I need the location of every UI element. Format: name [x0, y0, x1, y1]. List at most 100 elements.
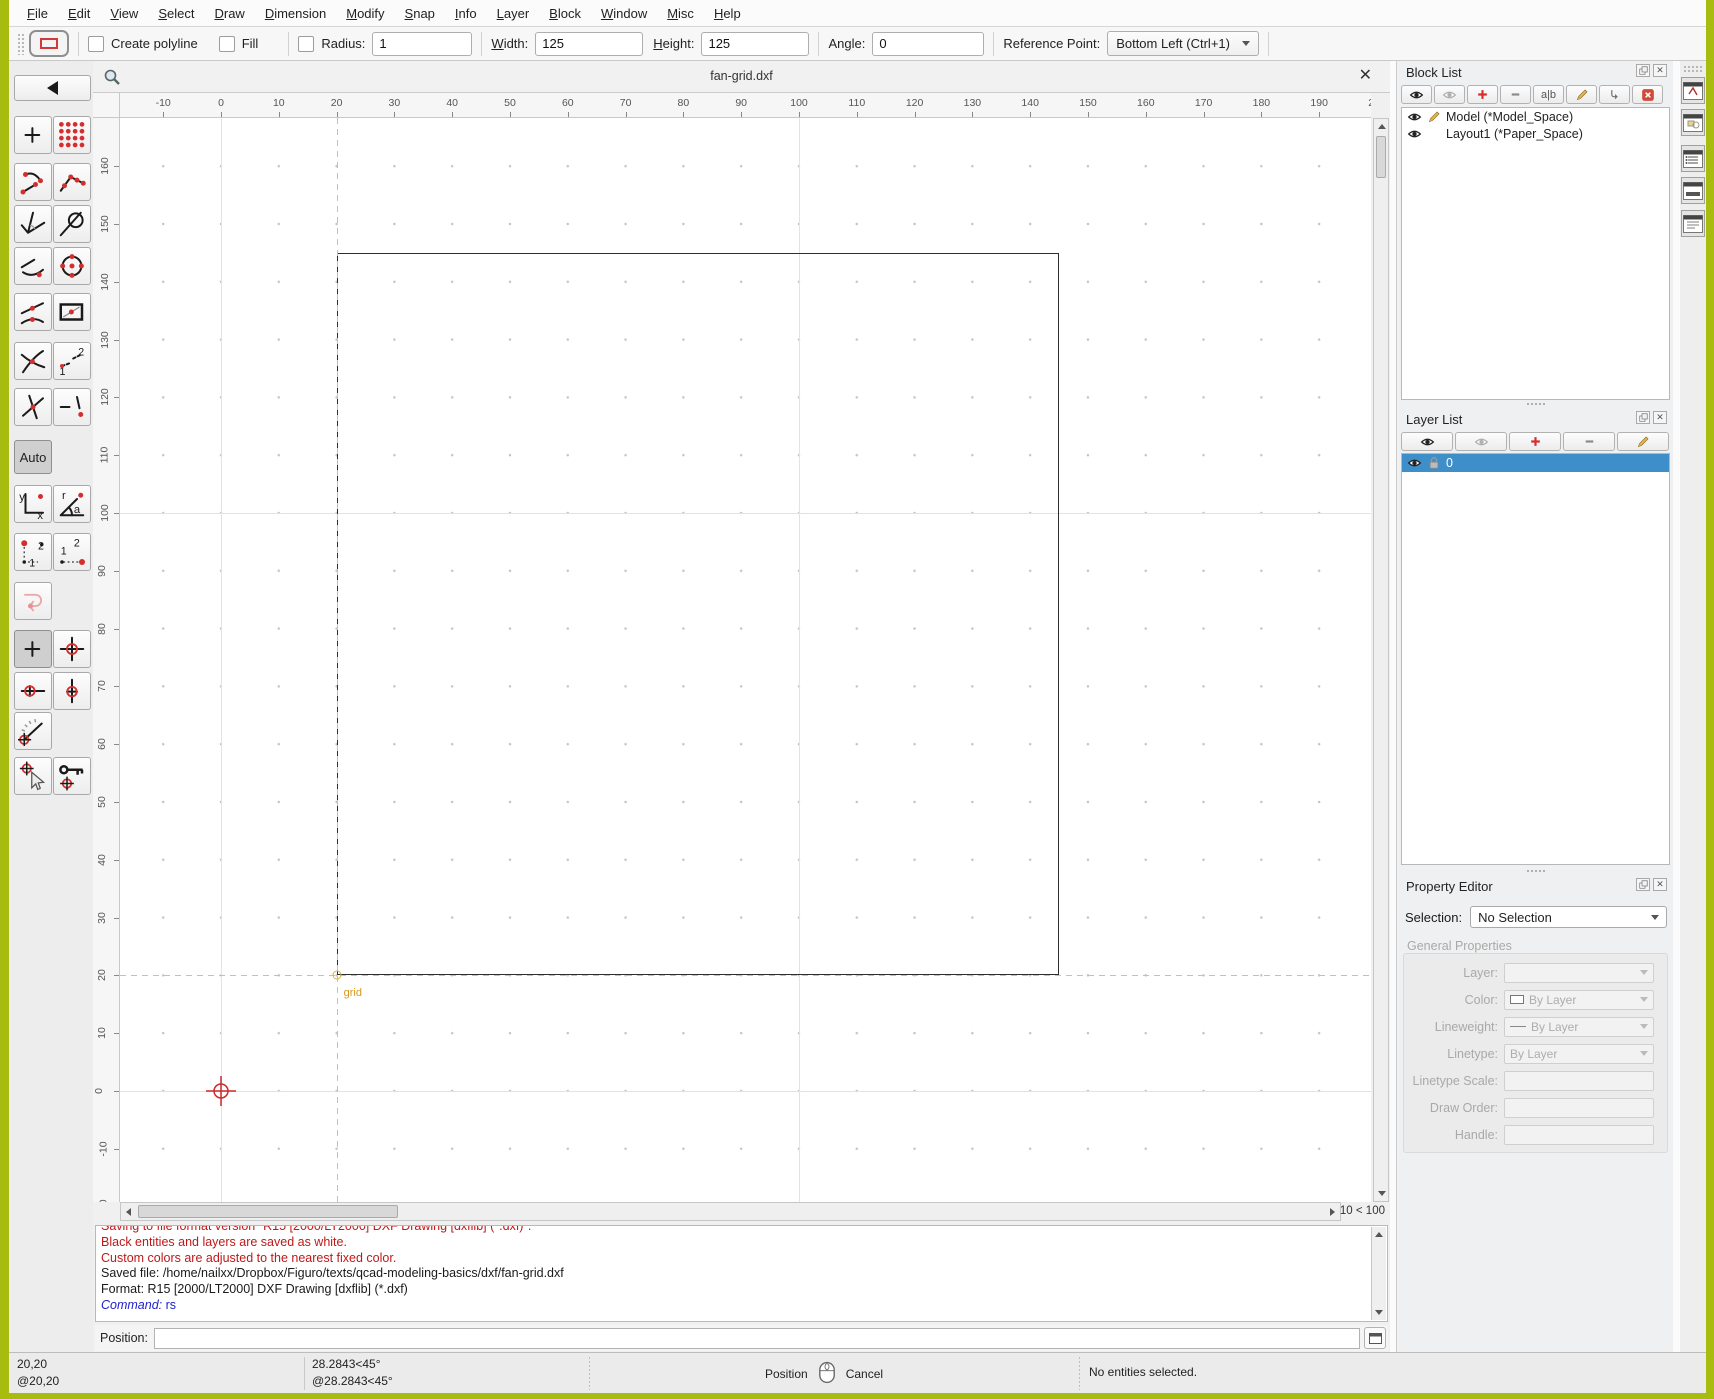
layer-edit-button[interactable]: [1617, 432, 1669, 451]
restrict-vertical-button[interactable]: [53, 672, 91, 710]
snap-intersection-manual-button[interactable]: 12: [53, 342, 91, 380]
restrict-angle-button[interactable]: [14, 712, 52, 750]
position-input[interactable]: [154, 1328, 1360, 1349]
lock-relative-zero-button[interactable]: [53, 757, 91, 795]
toggle-command-widget-button[interactable]: [1364, 1327, 1386, 1349]
menu-file[interactable]: File: [17, 3, 58, 24]
auto-snap-button[interactable]: Auto: [14, 440, 52, 474]
horizontal-scrollbar[interactable]: [120, 1202, 1341, 1221]
width-input[interactable]: [535, 32, 643, 56]
snap-on-entity-button[interactable]: [53, 163, 91, 201]
relative-cartesian-button[interactable]: 12: [14, 533, 52, 571]
layer-select[interactable]: [1504, 963, 1654, 983]
horizontal-scroll-thumb[interactable]: [138, 1205, 398, 1218]
block-edit-button[interactable]: [1566, 85, 1597, 104]
block-list-item[interactable]: Layout1 (*Paper_Space): [1402, 125, 1669, 142]
vertical-scroll-thumb[interactable]: [1376, 136, 1386, 178]
block-show-all-button[interactable]: [1401, 85, 1432, 104]
eye-icon[interactable]: [1406, 457, 1422, 469]
menu-window[interactable]: Window: [591, 3, 657, 24]
snap-perpendicular-button[interactable]: [14, 205, 52, 243]
block-hide-all-button[interactable]: [1434, 85, 1465, 104]
dock-drag-handle[interactable]: [1683, 65, 1703, 73]
lock-icon[interactable]: [1426, 456, 1442, 470]
float-panel-icon[interactable]: [1636, 64, 1650, 77]
selection-select[interactable]: No Selection: [1470, 906, 1667, 928]
menu-info[interactable]: Info: [445, 3, 487, 24]
set-relative-zero-button[interactable]: [14, 757, 52, 795]
rectangle-tool-button[interactable]: [29, 30, 69, 57]
panel-splitter[interactable]: [1397, 867, 1674, 874]
restrict-orthogonal-button[interactable]: [53, 630, 91, 668]
restrict-off-button[interactable]: [14, 582, 52, 620]
drawn-rectangle[interactable]: [337, 253, 1060, 976]
close-panel-icon[interactable]: ✕: [1653, 64, 1667, 77]
block-rename-button[interactable]: a|b: [1533, 85, 1564, 104]
panel-splitter[interactable]: [1397, 400, 1674, 407]
close-panel-icon[interactable]: ✕: [1653, 411, 1667, 424]
snap-free-button[interactable]: [14, 116, 52, 154]
dock-layer-list-button[interactable]: [1681, 145, 1705, 172]
linetype-select[interactable]: By Layer: [1504, 1044, 1654, 1064]
snap-distance-button[interactable]: [53, 388, 91, 426]
menu-view[interactable]: View: [100, 3, 148, 24]
dock-library-browser-button[interactable]: [1681, 109, 1705, 136]
snap-circle-center-button[interactable]: [53, 247, 91, 285]
drawing-canvas[interactable]: grid: [120, 118, 1371, 1202]
menu-dimension[interactable]: Dimension: [255, 3, 336, 24]
dock-block-list-button[interactable]: [1681, 77, 1705, 104]
dock-property-editor-button[interactable]: [1681, 210, 1705, 237]
menu-edit[interactable]: Edit: [58, 3, 100, 24]
float-panel-icon[interactable]: [1636, 878, 1650, 891]
create-polyline-checkbox[interactable]: [88, 36, 104, 52]
reference-point-select[interactable]: Bottom Left (Ctrl+1): [1107, 31, 1259, 56]
scroll-down-icon[interactable]: [1371, 1305, 1386, 1320]
radius-checkbox[interactable]: [298, 36, 314, 52]
block-list-item[interactable]: Model (*Model_Space): [1402, 108, 1669, 125]
fill-checkbox[interactable]: [219, 36, 235, 52]
radius-input[interactable]: [372, 32, 472, 56]
block-remove-button[interactable]: [1500, 85, 1531, 104]
block-insert-button[interactable]: [1599, 85, 1630, 104]
block-add-button[interactable]: [1467, 85, 1498, 104]
menu-modify[interactable]: Modify: [336, 3, 394, 24]
coord-cartesian-button[interactable]: yx: [14, 485, 52, 523]
float-panel-icon[interactable]: [1636, 411, 1650, 424]
snap-grid-button[interactable]: [53, 116, 91, 154]
menu-snap[interactable]: Snap: [395, 3, 445, 24]
snap-tangential-button[interactable]: [53, 205, 91, 243]
lineweight-select[interactable]: By Layer: [1504, 1017, 1654, 1037]
vertical-scrollbar[interactable]: [1373, 118, 1389, 1202]
menu-draw[interactable]: Draw: [204, 3, 254, 24]
restrict-none-button[interactable]: [14, 630, 52, 668]
toolbar-drag-handle[interactable]: [17, 33, 25, 55]
height-input[interactable]: [701, 32, 809, 56]
menu-select[interactable]: Select: [148, 3, 204, 24]
snap-middle-button[interactable]: [14, 293, 52, 331]
scroll-up-icon[interactable]: [1374, 119, 1389, 134]
coord-polar-button[interactable]: ra: [53, 485, 91, 523]
menu-block[interactable]: Block: [539, 3, 591, 24]
layer-remove-button[interactable]: [1563, 432, 1615, 451]
menu-help[interactable]: Help: [704, 3, 751, 24]
menu-layer[interactable]: Layer: [487, 3, 540, 24]
relative-polar-button[interactable]: 12: [53, 533, 91, 571]
eye-icon[interactable]: [1406, 111, 1422, 123]
snap-reference-button[interactable]: [53, 293, 91, 331]
scroll-left-icon[interactable]: [121, 1204, 136, 1219]
eye-icon[interactable]: [1406, 128, 1422, 140]
layer-list[interactable]: 0: [1401, 453, 1670, 865]
layer-list-item[interactable]: 0: [1402, 454, 1669, 472]
snap-endpoints-button[interactable]: [14, 163, 52, 201]
dock-command-line-button[interactable]: [1681, 177, 1705, 204]
layer-hide-all-button[interactable]: [1455, 432, 1507, 451]
angle-input[interactable]: [872, 32, 984, 56]
menu-misc[interactable]: Misc: [657, 3, 704, 24]
handle-input[interactable]: [1504, 1125, 1654, 1145]
close-panel-icon[interactable]: ✕: [1653, 878, 1667, 891]
scroll-down-icon[interactable]: [1374, 1186, 1389, 1201]
linetypescale-input[interactable]: [1504, 1071, 1654, 1091]
snap-cross-button[interactable]: [14, 388, 52, 426]
restrict-horizontal-button[interactable]: [14, 672, 52, 710]
back-button[interactable]: [14, 75, 91, 101]
